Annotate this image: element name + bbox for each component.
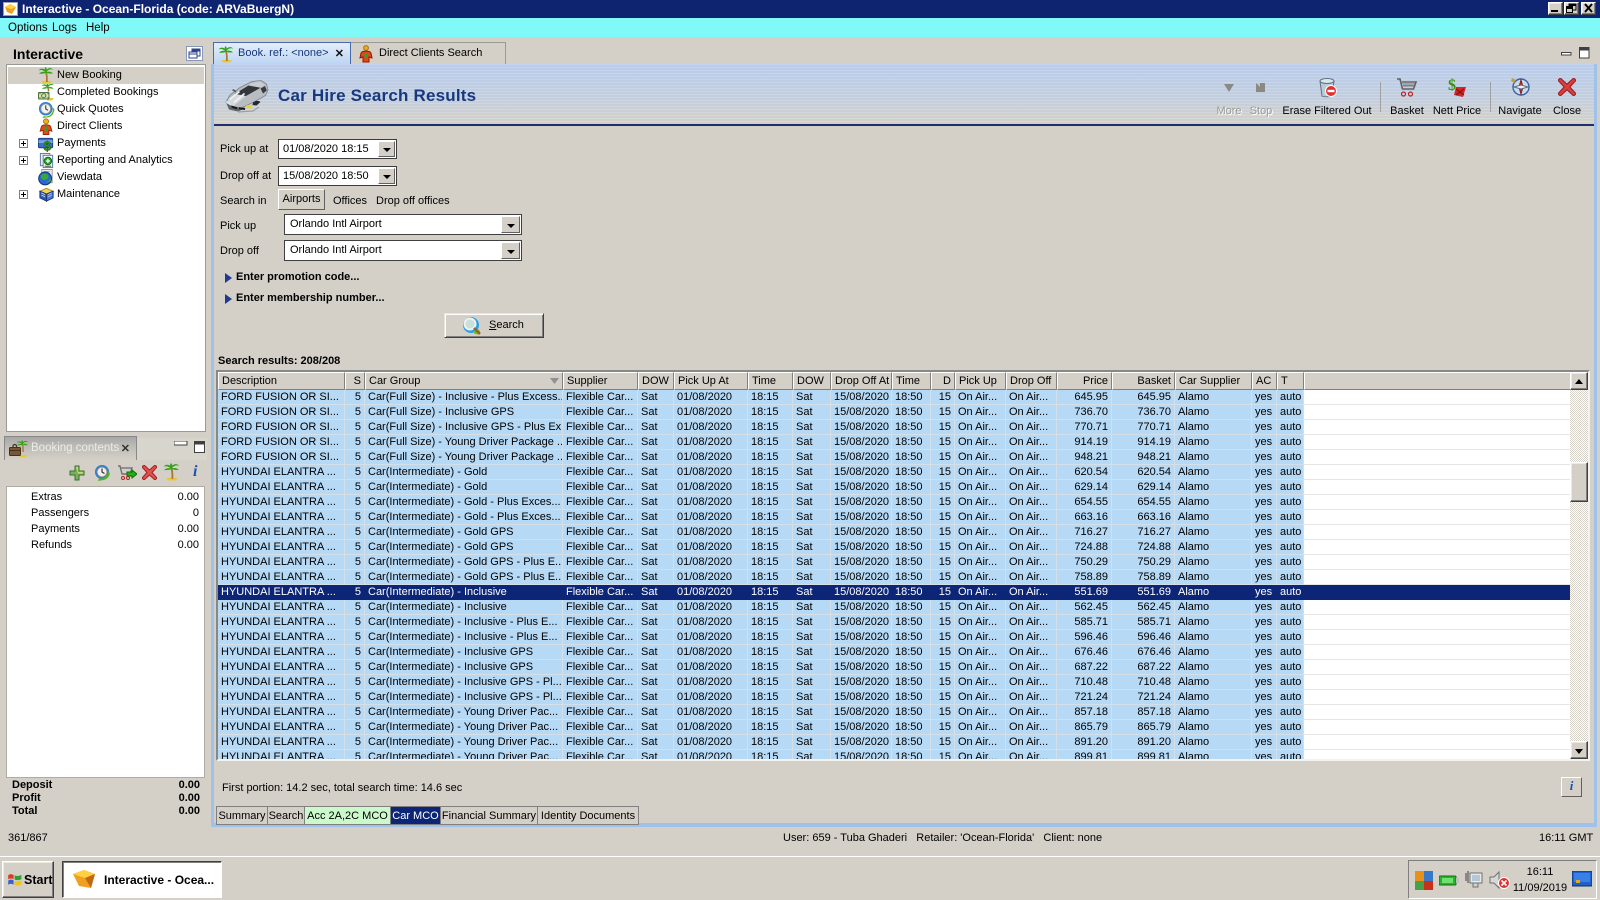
svg-text:$: $ xyxy=(1448,77,1456,94)
svg-text:$: $ xyxy=(44,139,52,152)
